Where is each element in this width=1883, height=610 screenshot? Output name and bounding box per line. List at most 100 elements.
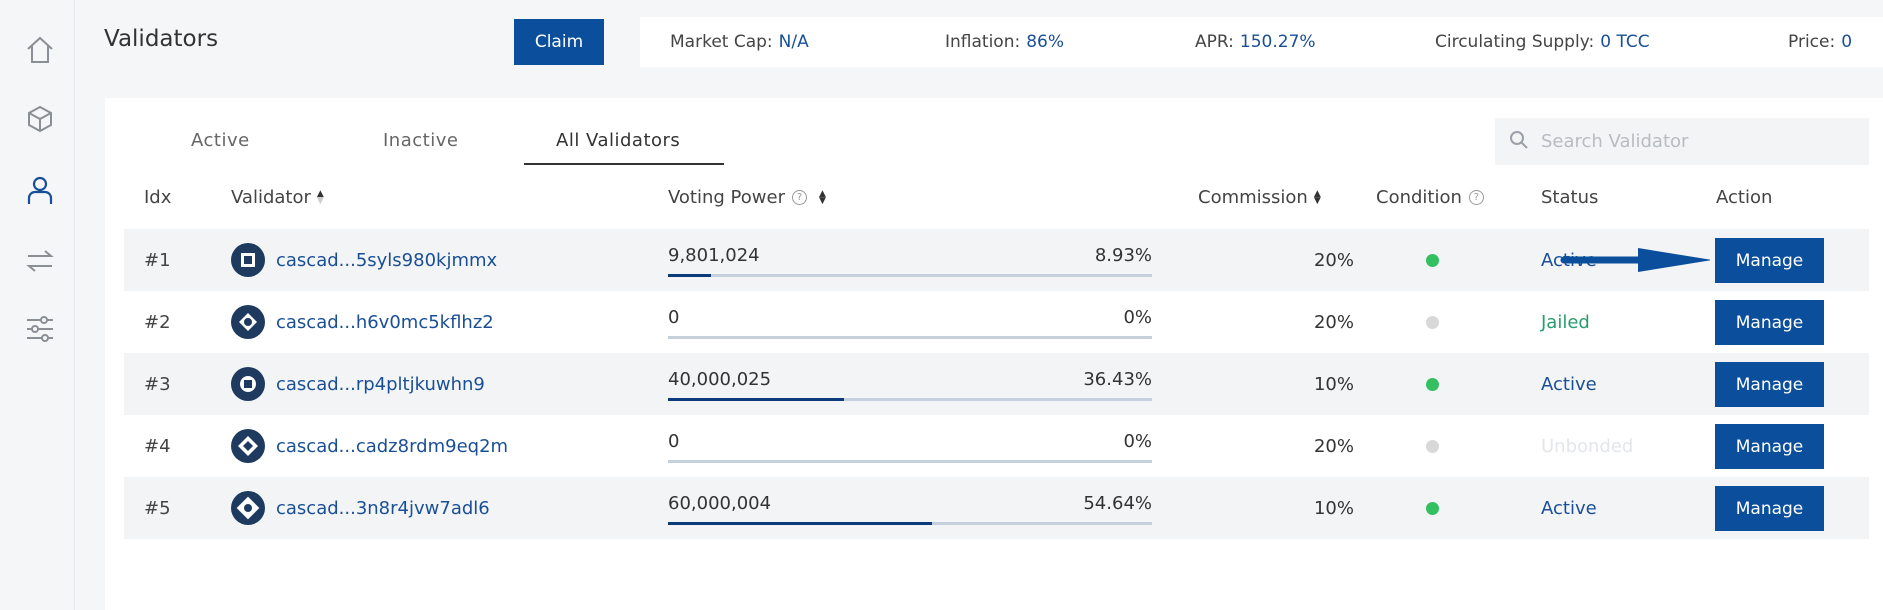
row-idx: #2	[144, 311, 171, 333]
voting-power-value: 0	[668, 431, 680, 452]
search-box[interactable]	[1495, 118, 1869, 165]
status-text: Active	[1541, 373, 1597, 395]
voting-power-percent: 0%	[1123, 431, 1152, 452]
row-idx: #3	[144, 373, 171, 395]
commission: 20%	[1313, 435, 1354, 457]
condition-dot	[1426, 439, 1439, 453]
stat-value: 0 TCC	[1600, 32, 1650, 52]
stat-value: 0	[1841, 32, 1853, 52]
voting-power-bar	[668, 398, 1152, 401]
header-condition: Condition ?	[1376, 187, 1484, 208]
voting-power-bar	[668, 522, 1152, 525]
voting-power-bar	[668, 336, 1152, 339]
claim-button[interactable]: Claim	[514, 19, 604, 65]
active-tab-indicator	[524, 163, 724, 165]
stat-value: N/A	[778, 32, 809, 52]
validator-avatar	[230, 477, 266, 539]
voting-power-value: 0	[668, 307, 680, 328]
voting-power-bar-fill	[668, 274, 712, 277]
voting-power-bar	[668, 274, 1152, 277]
voting-power: 0 0%	[668, 291, 1152, 353]
commission: 20%	[1313, 311, 1354, 333]
validator-link[interactable]: cascad...5syls980kjmmx	[276, 229, 497, 291]
validator-link[interactable]: cascad...cadz8rdm9eq2m	[276, 415, 508, 477]
sidebar	[0, 0, 75, 610]
voting-power-bar	[668, 460, 1152, 463]
voting-power-bar-fill	[668, 522, 933, 525]
sort-icon[interactable]: ▲ ▼	[317, 189, 324, 205]
user-icon[interactable]	[22, 172, 58, 208]
validator-link[interactable]: cascad...h6v0mc5kflhz2	[276, 291, 494, 353]
row-idx: #5	[144, 497, 171, 519]
condition-indicator	[1426, 291, 1439, 353]
sort-icon[interactable]: ▲ ▼	[819, 189, 826, 205]
voting-power: 60,000,004 54.64%	[668, 477, 1152, 539]
voting-power-value: 60,000,004	[668, 493, 772, 514]
stat-label: Price:	[1788, 32, 1836, 52]
tab-active[interactable]: Active	[191, 130, 250, 151]
voting-power: 0 0%	[668, 415, 1152, 477]
validator-avatar	[230, 353, 266, 415]
stat-value: 150.27%	[1239, 32, 1316, 52]
stat-circulating-supply: Circulating Supply: 0 TCC	[1435, 32, 1650, 52]
validator-link[interactable]: cascad...rp4pltjkuwhn9	[276, 353, 485, 415]
header-label: Voting Power	[668, 187, 785, 208]
commission: 10%	[1313, 497, 1354, 519]
status-text: Unbonded	[1541, 435, 1634, 457]
row-idx: #4	[144, 435, 171, 457]
manage-button[interactable]: Manage	[1715, 362, 1824, 407]
header-action: Action	[1716, 187, 1772, 208]
status-text: Jailed	[1541, 311, 1590, 333]
manage-button[interactable]: Manage	[1715, 486, 1824, 531]
stat-inflation: Inflation: 86%	[945, 32, 1064, 52]
home-icon[interactable]	[22, 32, 58, 68]
table-row: #3 cascad...rp4pltjkuwhn9 40,000,025 36.43%…	[124, 353, 1869, 415]
validator-avatar	[230, 291, 266, 353]
table-row: #2 cascad...h6v0mc5kflhz2 0 0% 20% Jailed Mana…	[124, 291, 1869, 353]
search-input[interactable]	[1541, 131, 1861, 152]
header-label: Condition	[1376, 187, 1462, 208]
voting-power-value: 9,801,024	[668, 245, 760, 266]
header-validator[interactable]: Validator ▲ ▼	[231, 187, 324, 208]
condition-indicator	[1426, 229, 1439, 291]
tab-all-validators[interactable]: All Validators	[556, 130, 680, 151]
condition-dot	[1426, 377, 1439, 391]
condition-dot	[1426, 253, 1439, 267]
voting-power-value: 40,000,025	[668, 369, 772, 390]
manage-button[interactable]: Manage	[1715, 424, 1824, 469]
stat-market-cap: Market Cap: N/A	[670, 32, 809, 52]
condition-indicator	[1426, 353, 1439, 415]
header-commission[interactable]: Commission ▲ ▼	[1198, 187, 1321, 208]
status-text: Active	[1541, 497, 1597, 519]
stat-apr: APR: 150.27%	[1195, 32, 1316, 52]
tab-inactive[interactable]: Inactive	[383, 130, 458, 151]
sliders-icon[interactable]	[22, 311, 58, 347]
header-voting-power[interactable]: Voting Power ? ▲ ▼	[668, 187, 826, 208]
header-label: Validator	[231, 187, 311, 208]
stat-label: APR:	[1195, 32, 1234, 52]
sort-icon[interactable]: ▲ ▼	[1314, 189, 1321, 205]
manage-button[interactable]: Manage	[1715, 238, 1824, 283]
header-status: Status	[1541, 187, 1598, 208]
help-icon[interactable]: ?	[1468, 190, 1484, 205]
page-title: Validators	[104, 26, 219, 52]
voting-power: 9,801,024 8.93%	[668, 229, 1152, 291]
table-row: #5 cascad...3n8r4jvw7adl6 60,000,004 54.64%…	[124, 477, 1869, 539]
validator-link[interactable]: cascad...3n8r4jvw7adl6	[276, 477, 490, 539]
manage-button[interactable]: Manage	[1715, 300, 1824, 345]
stat-label: Market Cap:	[670, 32, 773, 52]
voting-power-percent: 8.93%	[1094, 245, 1152, 266]
header-label: Status	[1541, 187, 1599, 208]
condition-indicator	[1426, 477, 1439, 539]
condition-dot	[1426, 501, 1439, 515]
header-label: Action	[1716, 187, 1773, 208]
cube-icon[interactable]	[22, 101, 58, 137]
voting-power-bar-fill	[668, 398, 845, 401]
stat-price: Price: 0	[1788, 32, 1852, 52]
help-icon[interactable]: ?	[791, 190, 807, 205]
stat-label: Circulating Supply:	[1435, 32, 1595, 52]
condition-dot	[1426, 315, 1439, 329]
transfer-icon[interactable]	[22, 243, 58, 279]
stat-label: Inflation:	[945, 32, 1021, 52]
header-label: Commission	[1198, 187, 1308, 208]
